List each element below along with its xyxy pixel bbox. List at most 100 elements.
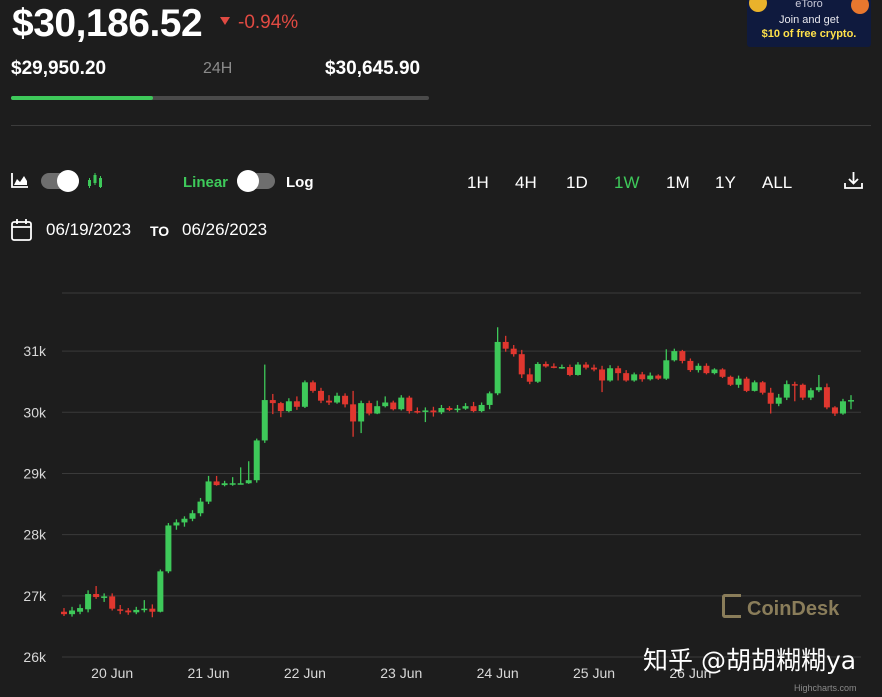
y-tick-label: 27k (23, 588, 47, 604)
candle-body (430, 410, 437, 413)
candle-body (542, 363, 549, 367)
candle-body (398, 397, 405, 410)
candle-body (462, 406, 469, 409)
candle-body (623, 373, 630, 381)
candle-body (309, 382, 316, 391)
candle-body (703, 365, 710, 374)
candle-body (518, 354, 525, 375)
candle-body (422, 410, 429, 412)
candle-body (301, 382, 308, 407)
candle-body (93, 593, 100, 598)
candle-body (454, 408, 461, 411)
y-tick-label: 31k (23, 343, 47, 359)
candle-body (406, 397, 413, 412)
candle-body (269, 400, 276, 404)
candle-body (221, 483, 228, 486)
candle-body (317, 390, 324, 401)
candle-body (558, 367, 565, 369)
candle-body (582, 364, 589, 368)
candle-body (775, 397, 782, 404)
candle-body (751, 382, 758, 391)
y-tick-label: 26k (23, 649, 47, 665)
candle-body (117, 609, 124, 611)
candle-body (69, 610, 76, 615)
candle-body (823, 387, 830, 408)
candle-body (526, 374, 533, 382)
candle-body (293, 401, 300, 407)
candle-body (229, 483, 236, 485)
candle-body (695, 365, 702, 371)
candle-body (350, 404, 357, 422)
candle-body (414, 411, 421, 413)
candle-body (534, 363, 541, 382)
candle-body (382, 402, 389, 407)
candle-body (727, 376, 734, 385)
candle-body (181, 518, 188, 523)
candle-body (807, 390, 814, 398)
candle-body (205, 481, 212, 502)
chart-credit[interactable]: Highcharts.com (794, 683, 857, 693)
candle-body (438, 408, 445, 413)
candle-body (285, 401, 292, 412)
candle-body (574, 364, 581, 375)
candle-body (510, 348, 517, 355)
candle-body (470, 406, 477, 412)
candle-body (631, 374, 638, 381)
candle-body (687, 360, 694, 371)
candle-body (719, 369, 726, 377)
x-tick-label: 21 Jun (188, 665, 230, 681)
candle-body (494, 341, 501, 394)
candle-body (663, 360, 670, 379)
candle-body (446, 408, 453, 410)
y-tick-label: 30k (23, 404, 47, 420)
candle-body (502, 341, 509, 349)
candle-body (197, 501, 204, 514)
candle-body (261, 400, 268, 441)
candle-body (679, 351, 686, 361)
candle-body (133, 609, 140, 613)
candle-body (141, 608, 148, 611)
candle-body (253, 440, 260, 481)
candle-body (61, 611, 67, 615)
y-tick-label: 29k (23, 465, 47, 481)
x-tick-label: 20 Jun (91, 665, 133, 681)
candle-body (173, 522, 180, 526)
candle-body (799, 384, 806, 398)
x-tick-label: 22 Jun (284, 665, 326, 681)
candle-body (639, 374, 646, 380)
coindesk-watermark: CoinDesk (722, 594, 839, 621)
candle-body (342, 395, 349, 405)
candle-body (165, 525, 172, 572)
candle-body (366, 403, 373, 414)
candle-body (189, 513, 196, 519)
candle-body (157, 571, 164, 612)
y-tick-label: 28k (23, 527, 47, 543)
candle-body (237, 483, 244, 485)
candle-body (591, 367, 598, 370)
candle-body (149, 608, 156, 612)
candle-body (277, 403, 284, 412)
candle-body (125, 610, 132, 613)
candle-body (815, 387, 822, 391)
candle-body (245, 480, 252, 484)
candle-body (85, 593, 92, 610)
candle-body (101, 596, 108, 598)
candle-body (599, 369, 606, 381)
candle-body (655, 375, 662, 379)
candle-body (831, 407, 838, 414)
candle-body (671, 351, 678, 361)
candle-body (109, 596, 116, 609)
candle-body (390, 402, 397, 410)
watermark-text: CoinDesk (747, 598, 840, 620)
candle-body (791, 384, 798, 386)
candle-body (848, 400, 854, 402)
x-tick-label: 25 Jun (573, 665, 615, 681)
candle-body (647, 375, 654, 380)
candle-body (743, 378, 750, 391)
candle-body (767, 392, 774, 404)
x-tick-label: 23 Jun (380, 665, 422, 681)
candle-body (735, 378, 742, 385)
candle-body (839, 401, 846, 414)
candle-body (759, 382, 766, 393)
candle-body (486, 393, 493, 405)
